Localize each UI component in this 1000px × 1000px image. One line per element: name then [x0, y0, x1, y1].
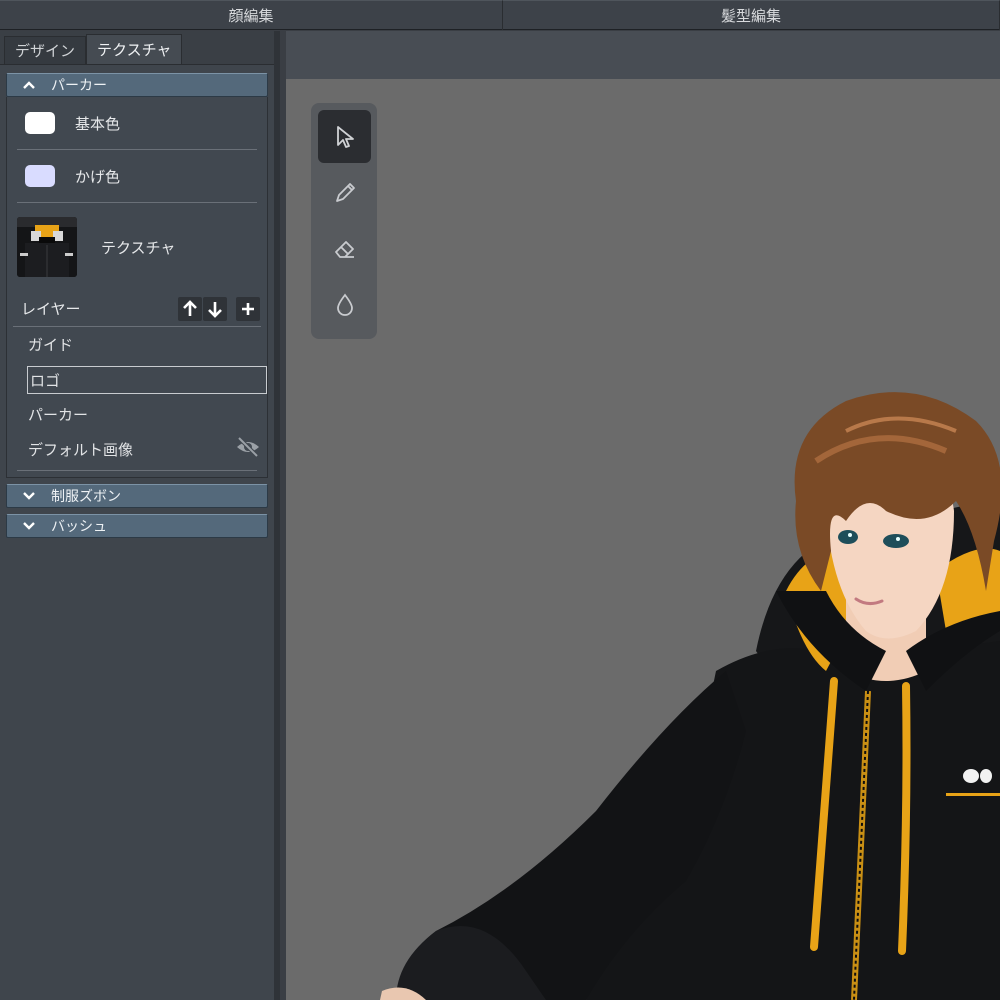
texture-row[interactable]: テクスチャ: [11, 203, 263, 291]
shade-color-swatch[interactable]: [25, 165, 55, 187]
base-color-swatch[interactable]: [25, 112, 55, 134]
section-uniform-pants: 制服ズボン: [6, 484, 268, 508]
pencil-tool-button[interactable]: [318, 166, 371, 219]
texture-label: テクスチャ: [101, 238, 176, 257]
left-panel: デザイン テクスチャ パーカー 基本色 かげ色 テクスチャ レイヤー ガイド ロ…: [0, 31, 280, 1000]
section-title: 制服ズボン: [51, 489, 121, 505]
character-model[interactable]: [286, 31, 1000, 1000]
layer-label: レイヤー: [21, 300, 81, 318]
shade-color-label: かげ色: [75, 167, 121, 186]
plus-icon: [242, 302, 254, 315]
chevron-down-icon: [21, 488, 37, 504]
section-title: バッシュ: [51, 519, 107, 535]
tool-palette: [311, 103, 377, 339]
tab-face-edit[interactable]: 顔編集: [0, 0, 503, 30]
eraser-tool-button[interactable]: [318, 222, 371, 275]
pencil-icon: [335, 182, 355, 202]
select-tool-button[interactable]: [318, 110, 371, 163]
tab-design[interactable]: デザイン: [4, 36, 87, 64]
section-badge: バッシュ: [6, 514, 268, 538]
section-badge-header[interactable]: バッシュ: [6, 514, 268, 538]
chevron-up-icon: [21, 77, 37, 93]
eye-off-icon[interactable]: [235, 436, 261, 462]
eraser-icon: [334, 240, 354, 258]
base-color-label: 基本色: [75, 114, 121, 133]
arrow-down-icon: [208, 301, 222, 318]
layer-item-hoodie[interactable]: パーカー: [11, 397, 263, 432]
section-hoodie: パーカー 基本色 かげ色 テクスチャ レイヤー ガイド ロゴ パーカー デフォル…: [6, 73, 268, 478]
texture-thumbnail[interactable]: [17, 217, 77, 277]
section-hoodie-body: 基本色 かげ色 テクスチャ レイヤー ガイド ロゴ パーカー デフォルト画像: [6, 97, 268, 478]
move-layer-up-button[interactable]: [178, 296, 202, 321]
sub-tab-bar: デザイン テクスチャ: [0, 31, 274, 65]
layer-item-label: デフォルト画像: [28, 441, 134, 459]
water-drop-icon: [336, 293, 353, 316]
section-title: パーカー: [51, 78, 107, 94]
layer-item-default-image[interactable]: デフォルト画像: [11, 432, 263, 467]
chevron-down-icon: [21, 518, 37, 534]
section-uniform-pants-header[interactable]: 制服ズボン: [6, 484, 268, 508]
base-color-row[interactable]: 基本色: [17, 97, 257, 150]
cursor-arrow-icon: [336, 125, 354, 148]
layer-item-guide[interactable]: ガイド: [11, 327, 263, 362]
tab-hairstyle-edit[interactable]: 髪型編集: [503, 0, 1000, 30]
layer-item-logo[interactable]: ロゴ: [27, 366, 267, 394]
section-hoodie-header[interactable]: パーカー: [6, 73, 268, 97]
add-layer-button[interactable]: [236, 296, 260, 321]
tab-texture[interactable]: テクスチャ: [86, 34, 183, 64]
fill-tool-button[interactable]: [318, 278, 371, 331]
layer-header: レイヤー: [13, 291, 261, 327]
shade-color-row[interactable]: かげ色: [17, 150, 257, 203]
top-tab-bar: 顔編集 髪型編集: [0, 0, 1000, 30]
move-layer-down-button[interactable]: [203, 296, 227, 321]
arrow-up-icon: [183, 299, 197, 316]
3d-viewport[interactable]: [286, 31, 1000, 1000]
